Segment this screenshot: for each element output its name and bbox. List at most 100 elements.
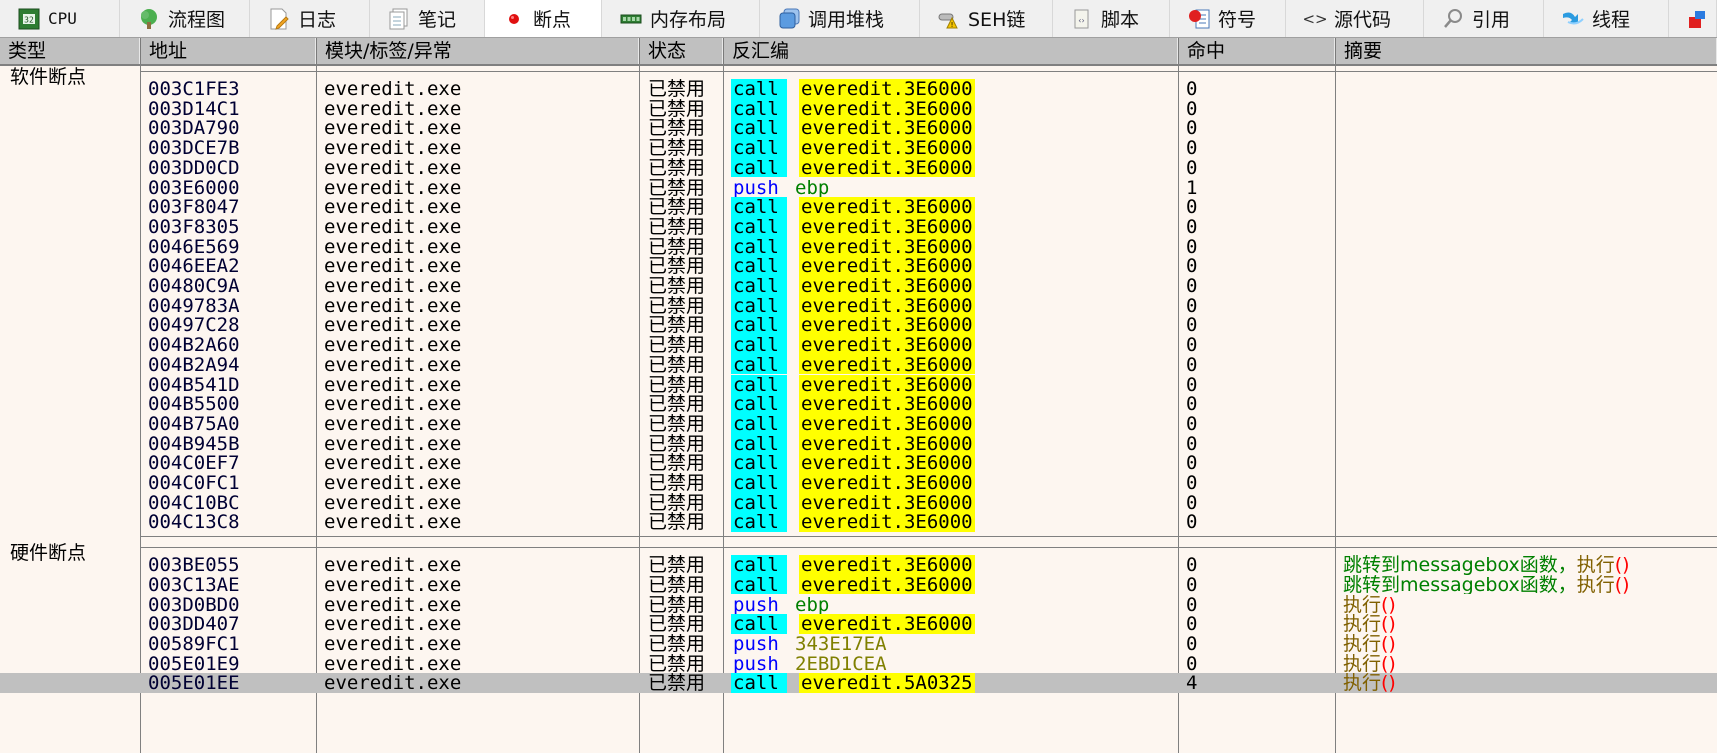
breakpoint-row[interactable]: 004B2A94 everedit.exe 已禁用 call everedit.3E60… bbox=[0, 354, 1717, 375]
instruction-operand: everedit.3E6000 bbox=[799, 276, 975, 296]
breakpoint-state: 已禁用 bbox=[648, 354, 706, 375]
breakpoint-state: 已禁用 bbox=[648, 335, 706, 355]
column-header-module[interactable]: 模块/标签/异常 bbox=[316, 38, 639, 64]
breakpoint-row[interactable]: 0049783A everedit.exe 已禁用 call everedit.3E60… bbox=[0, 295, 1717, 316]
breakpoint-module: everedit.exe bbox=[324, 197, 462, 217]
tab-handles[interactable] bbox=[1669, 0, 1717, 37]
tab-log-pencil[interactable]: 日志 bbox=[250, 0, 370, 37]
instruction-operand: everedit.3E6000 bbox=[799, 138, 975, 158]
instruction-operand: everedit.3E6000 bbox=[799, 574, 975, 595]
tab-breakpoint-dot[interactable]: 断点 bbox=[485, 0, 602, 37]
instruction-mnemonic: push bbox=[733, 653, 779, 674]
breakpoint-row[interactable]: 004C0FC1 everedit.exe 已禁用 call everedit.3E60… bbox=[0, 473, 1717, 493]
breakpoint-row[interactable]: 005E01E9 everedit.exe 已禁用 push 2EBD1CEA 0 执行() bbox=[0, 654, 1717, 674]
tab-label: 流程图 bbox=[168, 9, 226, 31]
column-header-summary[interactable]: 摘要 bbox=[1335, 38, 1717, 64]
breakpoint-disassembly: call everedit.3E6000 bbox=[731, 614, 975, 634]
breakpoint-row[interactable]: 0046E569 everedit.exe 已禁用 call everedit.3E60… bbox=[0, 236, 1717, 257]
breakpoint-summary: 跳转到messagebox函数，执行() bbox=[1343, 575, 1630, 595]
instruction-mnemonic: call bbox=[731, 492, 787, 513]
breakpoint-hit-count: 0 bbox=[1186, 138, 1198, 158]
breakpoint-row[interactable]: 003DCE7B everedit.exe 已禁用 call everedit.3E60… bbox=[0, 138, 1717, 158]
column-header-disassembly[interactable]: 反汇编 bbox=[723, 38, 1178, 64]
column-header-type[interactable]: 类型 bbox=[0, 38, 140, 64]
tab-source-code[interactable]: <> 源代码 bbox=[1286, 0, 1424, 37]
breakpoint-address: 0046E569 bbox=[148, 236, 240, 257]
instruction-mnemonic: call bbox=[731, 555, 787, 575]
summary-exec: 执行 bbox=[1343, 614, 1382, 634]
tab-script[interactable]: ‹› 脚本 bbox=[1053, 0, 1170, 37]
breakpoint-row[interactable]: 003C1FE3 everedit.exe 已禁用 call everedit.3E60… bbox=[0, 79, 1717, 99]
breakpoint-row[interactable]: 003DA790 everedit.exe 已禁用 call everedit.3E60… bbox=[0, 118, 1717, 139]
breakpoint-row[interactable]: 004B2A60 everedit.exe 已禁用 call everedit.3E60… bbox=[0, 335, 1717, 355]
tab-tree[interactable]: 流程图 bbox=[120, 0, 250, 37]
breakpoint-row[interactable]: 00497C28 everedit.exe 已禁用 call everedit.3E60… bbox=[0, 315, 1717, 336]
column-header-hits[interactable]: 命中 bbox=[1178, 38, 1335, 64]
breakpoint-hit-count: 0 bbox=[1186, 98, 1198, 119]
breakpoint-address: 004B2A94 bbox=[148, 354, 240, 375]
breakpoint-module: everedit.exe bbox=[324, 256, 462, 276]
breakpoint-row[interactable]: 004B5500 everedit.exe 已禁用 call everedit.3E60… bbox=[0, 394, 1717, 414]
breakpoint-summary: 跳转到messagebox函数，执行() bbox=[1343, 555, 1630, 575]
breakpoint-row[interactable]: 00589FC1 everedit.exe 已禁用 push 343E17EA 0 执行() bbox=[0, 634, 1717, 654]
breakpoint-row[interactable]: 005E01EE everedit.exe 已禁用 call everedit.5A03… bbox=[0, 673, 1717, 693]
breakpoint-row[interactable]: 003C13AE everedit.exe 已禁用 call everedit.3E60… bbox=[0, 574, 1717, 595]
breakpoint-module: everedit.exe bbox=[324, 394, 462, 414]
breakpoint-row[interactable]: 00480C9A everedit.exe 已禁用 call everedit.3E60… bbox=[0, 276, 1717, 296]
tab-references[interactable]: 引用 bbox=[1424, 0, 1544, 37]
breakpoint-row[interactable]: 003F8047 everedit.exe 已禁用 call everedit.3E60… bbox=[0, 197, 1717, 217]
breakpoint-row[interactable]: 003DD407 everedit.exe 已禁用 call everedit.3E60… bbox=[0, 614, 1717, 634]
tab-seh-chain[interactable]: ! SEH链 bbox=[920, 0, 1053, 37]
breakpoint-address: 005E01E9 bbox=[148, 653, 240, 674]
tab-cpu-chip[interactable]: 32 CPU bbox=[0, 0, 120, 37]
breakpoint-disassembly: call everedit.3E6000 bbox=[731, 335, 975, 355]
summary-exec: 执行 bbox=[1576, 574, 1615, 595]
tab-symbols[interactable]: 符号 bbox=[1170, 0, 1286, 37]
notes-icon bbox=[388, 8, 410, 30]
breakpoint-row[interactable]: 004B945B everedit.exe 已禁用 call everedit.3E60… bbox=[0, 433, 1717, 454]
call-stack-icon bbox=[778, 8, 800, 30]
breakpoint-disassembly: call everedit.3E6000 bbox=[731, 473, 975, 493]
instruction-mnemonic: push bbox=[733, 594, 779, 615]
breakpoint-row[interactable]: 003E6000 everedit.exe 已禁用 push ebp 1 bbox=[0, 178, 1717, 198]
breakpoint-disassembly: call everedit.3E6000 bbox=[731, 512, 975, 533]
breakpoint-row[interactable]: 004C0EF7 everedit.exe 已禁用 call everedit.3E60… bbox=[0, 453, 1717, 473]
column-header-address[interactable]: 地址 bbox=[140, 38, 316, 64]
breakpoint-row[interactable]: 003D0BD0 everedit.exe 已禁用 push ebp 0 执行() bbox=[0, 595, 1717, 615]
breakpoint-row[interactable]: 003F8305 everedit.exe 已禁用 call everedit.3E60… bbox=[0, 216, 1717, 237]
breakpoint-hit-count: 0 bbox=[1186, 633, 1198, 654]
breakpoint-row[interactable]: 004B541D everedit.exe 已禁用 call everedit.3E60… bbox=[0, 374, 1717, 395]
breakpoint-module: everedit.exe bbox=[324, 473, 462, 493]
breakpoint-summary: 执行() bbox=[1343, 673, 1396, 693]
tree-icon bbox=[138, 8, 160, 30]
breakpoint-row[interactable]: 003BE055 everedit.exe 已禁用 call everedit.3E60… bbox=[0, 555, 1717, 575]
summary-exec: 执行 bbox=[1343, 633, 1382, 654]
column-header-state[interactable]: 状态 bbox=[639, 38, 723, 64]
breakpoint-module: everedit.exe bbox=[324, 673, 462, 693]
breakpoint-row[interactable]: 004C10BC everedit.exe 已禁用 call everedit.3E60… bbox=[0, 492, 1717, 513]
symbols-icon bbox=[1188, 8, 1210, 30]
breakpoint-state: 已禁用 bbox=[648, 177, 706, 198]
summary-comment: 跳转到messagebox函数， bbox=[1343, 574, 1577, 595]
breakpoint-state: 已禁用 bbox=[648, 633, 706, 654]
tab-notes[interactable]: 笔记 bbox=[370, 0, 485, 37]
tab-call-stack[interactable]: 调用堆栈 bbox=[760, 0, 920, 37]
breakpoint-module: everedit.exe bbox=[324, 177, 462, 198]
breakpoint-row[interactable]: 0046EEA2 everedit.exe 已禁用 call everedit.3E60… bbox=[0, 256, 1717, 276]
breakpoint-state: 已禁用 bbox=[648, 433, 706, 454]
breakpoint-state: 已禁用 bbox=[648, 315, 706, 336]
breakpoint-hit-count: 0 bbox=[1186, 236, 1198, 257]
instruction-operand: everedit.3E6000 bbox=[799, 216, 975, 237]
tab-threads[interactable]: 线程 bbox=[1544, 0, 1669, 37]
summary-exec: 执行 bbox=[1343, 673, 1382, 693]
breakpoint-row[interactable]: 003DD0CD everedit.exe 已禁用 call everedit.3E60… bbox=[0, 157, 1717, 178]
breakpoint-hit-count: 0 bbox=[1186, 335, 1198, 355]
breakpoint-row[interactable]: 004B75A0 everedit.exe 已禁用 call everedit.3E60… bbox=[0, 413, 1717, 434]
tab-memory[interactable]: 内存布局 bbox=[602, 0, 760, 37]
breakpoint-module: everedit.exe bbox=[324, 653, 462, 674]
breakpoint-row[interactable]: 004C13C8 everedit.exe 已禁用 call everedit.3E60… bbox=[0, 512, 1717, 533]
instruction-operand: everedit.3E6000 bbox=[799, 315, 975, 336]
breakpoint-state: 已禁用 bbox=[648, 594, 706, 615]
breakpoint-row[interactable]: 003D14C1 everedit.exe 已禁用 call everedit.3E60… bbox=[0, 98, 1717, 119]
breakpoint-module: everedit.exe bbox=[324, 216, 462, 237]
